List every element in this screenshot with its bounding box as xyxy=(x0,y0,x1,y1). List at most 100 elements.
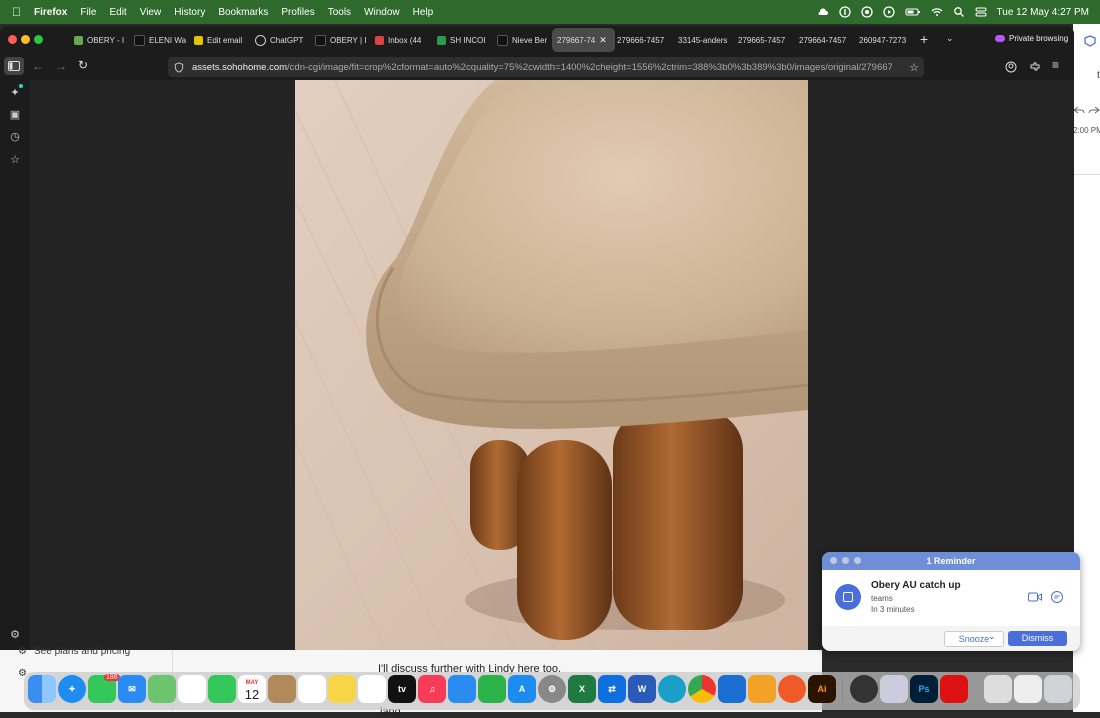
window-dot[interactable] xyxy=(842,557,849,564)
app-store-icon[interactable]: A xyxy=(508,675,536,703)
excel-icon[interactable]: X xyxy=(568,675,596,703)
synced-tabs-icon[interactable]: ▣ xyxy=(8,108,22,122)
see-plans-link[interactable]: See plans and pricing xyxy=(34,646,130,657)
acrobat-icon[interactable] xyxy=(940,675,968,703)
window-dot[interactable] xyxy=(830,557,837,564)
keynote-icon[interactable] xyxy=(448,675,476,703)
firefox-icon[interactable] xyxy=(778,675,806,703)
gear-icon[interactable]: ⚙ xyxy=(18,646,27,657)
apple-tv-icon[interactable]: tv xyxy=(388,675,416,703)
finder-icon[interactable] xyxy=(28,675,56,703)
close-tab-icon[interactable]: ✕ xyxy=(599,35,607,46)
chrome-icon[interactable] xyxy=(688,675,716,703)
outlook-icon[interactable] xyxy=(718,675,746,703)
menubar-clock[interactable]: Tue 12 May 4:27 PM xyxy=(997,7,1089,18)
wifi-icon[interactable] xyxy=(931,6,943,18)
photoshop-icon[interactable]: Ps xyxy=(910,675,938,703)
document-icon[interactable] xyxy=(1014,675,1042,703)
shield-icon[interactable] xyxy=(174,61,184,73)
reminder-item[interactable]: Obery AU catch up teams In 3 minutes xyxy=(822,570,1080,626)
tab-label: OBERY - I xyxy=(87,35,125,45)
teamviewer-icon[interactable]: ⇄ xyxy=(598,675,626,703)
video-call-icon[interactable] xyxy=(1028,592,1042,602)
tab[interactable]: ELENI Wa xyxy=(134,28,194,52)
system-settings-icon[interactable]: ⚙ xyxy=(538,675,566,703)
bookmark-star-icon[interactable]: ☆ xyxy=(909,61,919,74)
menu-tools[interactable]: Tools xyxy=(328,7,351,18)
tab[interactable]: ChatGPT xyxy=(255,28,315,52)
tab[interactable]: SH INCOI xyxy=(437,28,497,52)
window-dot[interactable] xyxy=(854,557,861,564)
facetime-icon[interactable] xyxy=(208,675,236,703)
chevron-down-icon[interactable]: ⌄ xyxy=(988,631,996,642)
forward-icon[interactable]: → xyxy=(55,59,67,73)
tab[interactable]: Inbox (44 xyxy=(375,28,435,52)
search-icon[interactable] xyxy=(953,6,965,18)
new-tab-icon[interactable]: + xyxy=(920,31,928,47)
menu-view[interactable]: View xyxy=(140,7,162,18)
close-window-button[interactable] xyxy=(8,35,17,44)
menu-window[interactable]: Window xyxy=(364,7,400,18)
menu-edit[interactable]: Edit xyxy=(109,7,126,18)
control-center-icon[interactable] xyxy=(975,6,987,18)
tab[interactable]: OBERY | I xyxy=(315,28,375,52)
illustrator-icon[interactable]: Ai xyxy=(808,675,836,703)
account-icon[interactable] xyxy=(1005,61,1017,73)
edge-icon[interactable] xyxy=(658,675,686,703)
preview-icon[interactable] xyxy=(880,675,908,703)
contacts-icon[interactable] xyxy=(268,675,296,703)
minimize-window-button[interactable] xyxy=(21,35,30,44)
music-icon[interactable]: ♫ xyxy=(418,675,446,703)
onepassword-icon[interactable] xyxy=(838,6,851,18)
menu-firefox[interactable]: Firefox xyxy=(34,7,67,18)
trash-icon[interactable] xyxy=(1044,675,1072,703)
menu-help[interactable]: Help xyxy=(413,7,434,18)
shield-icon[interactable] xyxy=(860,6,873,18)
menu-bookmarks[interactable]: Bookmarks xyxy=(218,7,268,18)
maps-icon[interactable] xyxy=(148,675,176,703)
reload-icon[interactable]: ↻ xyxy=(78,58,88,72)
pages-icon[interactable] xyxy=(748,675,776,703)
menu-profiles[interactable]: Profiles xyxy=(281,7,314,18)
tab[interactable]: Edit email xyxy=(194,28,254,52)
tab[interactable]: 260947-7273 xyxy=(859,28,919,52)
chat-icon[interactable] xyxy=(1050,590,1064,604)
notes-icon[interactable] xyxy=(328,675,356,703)
chevron-down-icon[interactable]: ⌄ xyxy=(946,33,954,44)
battery-icon[interactable] xyxy=(905,6,921,18)
safari-icon[interactable]: ✦ xyxy=(58,675,86,703)
extensions-icon[interactable] xyxy=(1029,61,1041,73)
freeform-icon[interactable] xyxy=(358,675,386,703)
menu-history[interactable]: History xyxy=(174,7,205,18)
calendar-icon[interactable]: MAY 12 xyxy=(238,675,266,703)
tab[interactable]: 279666-7457 xyxy=(617,28,677,52)
sidebar-toggle-button[interactable] xyxy=(4,57,24,75)
bookmarks-icon[interactable]: ☆ xyxy=(8,153,22,167)
back-icon[interactable]: ← xyxy=(32,59,44,73)
apple-icon[interactable]:  xyxy=(12,5,21,19)
numbers-icon[interactable] xyxy=(478,675,506,703)
tab[interactable]: OBERY - I xyxy=(74,28,134,52)
gear-icon[interactable]: ⚙ xyxy=(8,628,22,642)
reminders-icon[interactable] xyxy=(298,675,326,703)
tab[interactable]: 279665-7457 xyxy=(738,28,798,52)
url-bar[interactable]: assets.sohohome.com/cdn-cgi/image/fit=cr… xyxy=(168,57,924,77)
cloud-icon[interactable] xyxy=(817,6,829,18)
ai-chatbot-icon[interactable]: ✦ xyxy=(8,86,22,100)
menu-file[interactable]: File xyxy=(80,7,96,18)
tab-label: ELENI Wa xyxy=(149,35,187,45)
tab[interactable]: 33145-anders xyxy=(678,28,738,52)
tab[interactable]: Nieve Ber xyxy=(497,28,557,52)
mail-icon[interactable]: ✉ xyxy=(118,675,146,703)
tab[interactable]: 279664-7457 xyxy=(799,28,859,52)
history-icon[interactable]: ◷ xyxy=(8,130,22,144)
tab-active[interactable]: 279667-74 ✕ xyxy=(552,28,615,52)
dismiss-button[interactable]: Dismiss xyxy=(1008,631,1067,646)
menu-icon[interactable]: ≡ xyxy=(1052,58,1059,72)
document-icon[interactable] xyxy=(984,675,1012,703)
word-icon[interactable]: W xyxy=(628,675,656,703)
zoom-window-button[interactable] xyxy=(34,35,43,44)
quicktime-icon[interactable] xyxy=(850,675,878,703)
photos-icon[interactable]: ✿ xyxy=(178,675,206,703)
play-icon[interactable] xyxy=(882,6,895,18)
